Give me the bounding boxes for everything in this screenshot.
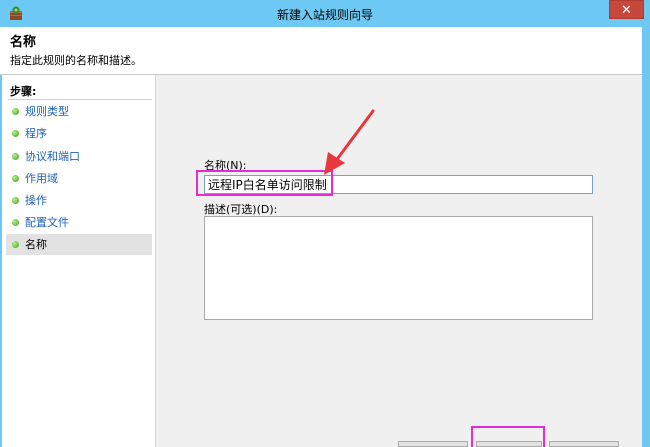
- step-label: 配置文件: [25, 216, 69, 229]
- step-label: 操作: [25, 194, 47, 207]
- step-label: 协议和端口: [25, 150, 80, 163]
- finish-highlight-box: [471, 426, 545, 447]
- step-bullet-icon: [12, 219, 19, 226]
- back-button[interactable]: [398, 441, 468, 447]
- name-highlight-box: [196, 170, 333, 196]
- step-bullet-icon: [12, 108, 19, 115]
- annotation-arrow-icon: [324, 109, 375, 175]
- title-bar: 新建入站规则向导 ✕: [0, 0, 650, 28]
- step-name[interactable]: 名称: [6, 234, 152, 255]
- step-label: 规则类型: [25, 105, 69, 118]
- step-label: 程序: [25, 127, 47, 140]
- description-textarea[interactable]: [204, 216, 593, 320]
- step-rule-type[interactable]: 规则类型: [6, 101, 152, 122]
- step-action[interactable]: 操作: [6, 190, 152, 211]
- step-protocol-port[interactable]: 协议和端口: [6, 146, 152, 167]
- step-bullet-icon: [12, 153, 19, 160]
- step-label: 作用域: [25, 172, 58, 185]
- step-scope[interactable]: 作用域: [6, 168, 152, 189]
- close-button[interactable]: ✕: [609, 0, 644, 19]
- steps-sidebar: 步骤: 规则类型 程序 协议和端口 作用域 操作 配置文件 名称: [2, 75, 156, 447]
- wizard-header: 名称 指定此规则的名称和描述。: [0, 27, 642, 75]
- step-label: 名称: [25, 238, 47, 251]
- page-title: 名称: [10, 35, 37, 50]
- steps-heading: 步骤:: [10, 85, 37, 98]
- page-description: 指定此规则的名称和描述。: [10, 54, 142, 67]
- step-bullet-icon: [12, 130, 19, 137]
- step-bullet-icon: [12, 241, 19, 248]
- window-right-border: [642, 27, 650, 447]
- description-field-label: 描述(可选)(D):: [204, 203, 278, 216]
- step-bullet-icon: [12, 175, 19, 182]
- step-program[interactable]: 程序: [6, 123, 152, 144]
- window-title: 新建入站规则向导: [276, 8, 373, 22]
- step-bullet-icon: [12, 197, 19, 204]
- cancel-button[interactable]: [549, 441, 619, 447]
- step-profile[interactable]: 配置文件: [6, 212, 152, 233]
- steps-divider: [8, 99, 152, 100]
